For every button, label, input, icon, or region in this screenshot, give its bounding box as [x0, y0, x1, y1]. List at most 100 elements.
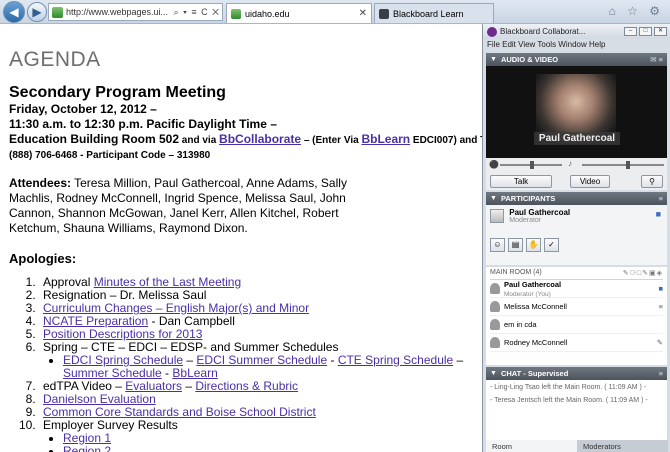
slider-knob[interactable] — [530, 161, 534, 169]
video-button[interactable]: Video — [570, 174, 610, 188]
chat-window[interactable]: - Ling-Ling Tsao left the Main Room. ( 1… — [486, 380, 667, 440]
slider-knob[interactable] — [626, 161, 630, 169]
audio-video-header[interactable]: ▼ AUDIO & VIDEO ✉ ≡ — [486, 53, 667, 66]
positions-link[interactable]: Position Descriptions for 2013 — [43, 327, 202, 341]
participant-row[interactable]: Melissa McConnell ≡ — [490, 298, 663, 316]
list-item: Spring – CTE – EDCI – EDSP- and Summer S… — [39, 341, 482, 380]
tab-favicon-icon — [379, 8, 389, 19]
browser-toolbar-icons[interactable]: ⌂ ☆ ⚙ — [609, 4, 664, 18]
meeting-date: Friday, October 12, 2012 – — [9, 102, 157, 116]
moderator-name: Paul Gathercoal — [509, 208, 571, 217]
participants-header[interactable]: ▼ PARTICIPANTS ≡ — [486, 192, 667, 205]
participant-row[interactable]: em in cda — [490, 316, 663, 334]
poll-check-icon[interactable]: ✓ — [544, 238, 559, 252]
region-2-link[interactable]: Region 2 — [63, 444, 111, 452]
list-item: EDCI Spring Schedule – EDCI Summer Sched… — [63, 354, 482, 380]
main-room-list: MAIN ROOM (4) ✎⚆□✎▣◈ Paul Gathercoal Mode… — [486, 267, 667, 365]
summer-schedule-link[interactable]: Summer Schedule — [63, 366, 162, 380]
ncate-link[interactable]: NCATE Preparation — [43, 314, 148, 328]
collapse-triangle-icon[interactable]: ▼ — [490, 370, 497, 377]
danielson-link[interactable]: Danielson Evaluation — [43, 392, 156, 406]
separator: - — [327, 353, 338, 367]
region-1-link[interactable]: Region 1 — [63, 431, 111, 445]
close-icon[interactable]: ✕ — [654, 27, 667, 36]
zoom-icon[interactable]: ⚲ — [641, 174, 663, 188]
section-menu-icon[interactable]: ≡ — [659, 369, 667, 378]
schedule-sublist: EDCI Spring Schedule – EDCI Summer Sched… — [43, 354, 482, 380]
tab-moderators[interactable]: Moderators — [577, 440, 668, 452]
list-item: Employer Survey Results Region 1 Region … — [39, 419, 482, 452]
site-favicon-icon — [52, 6, 63, 18]
cte-spring-link[interactable]: CTE Spring Schedule — [338, 353, 453, 367]
emoticon-icon[interactable]: ☺ — [490, 238, 505, 252]
curriculum-link[interactable]: Curriculum Changes – English Major(s) an… — [43, 301, 309, 315]
minutes-link[interactable]: Minutes of the Last Meeting — [94, 275, 241, 289]
edci-spring-link[interactable]: EDCI Spring Schedule — [63, 353, 183, 367]
status-icon: ≡ — [658, 302, 663, 311]
tab-uidaho[interactable]: uidaho.edu ✕ — [226, 3, 372, 23]
separator: – — [182, 379, 196, 393]
forward-arrow-icon[interactable]: ▶ — [27, 2, 47, 22]
evaluators-link[interactable]: Evaluators — [125, 379, 182, 393]
separator: – — [183, 353, 197, 367]
step-away-icon[interactable]: ▤ — [508, 238, 523, 252]
list-item: Region 2 — [63, 445, 482, 452]
address-bar[interactable]: http://www.webpages.ui... ⌕ ▾ ≡ C ✕ — [48, 3, 223, 21]
tab-close-icon[interactable]: ✕ — [359, 8, 367, 19]
chat-header[interactable]: ▼ CHAT - Supervised ≡ — [486, 367, 667, 380]
participant-icon — [490, 319, 500, 330]
attendees: Attendees: Teresa Million, Paul Gatherco… — [9, 176, 389, 236]
page-title: AGENDA — [9, 48, 101, 71]
common-core-link[interactable]: Common Core Standards and Boise School D… — [43, 405, 316, 419]
collaborate-panel: Blackboard Collaborat... – □ ✕ File Edit… — [482, 24, 670, 452]
presenter-name: Paul Gathercoal — [534, 132, 620, 145]
bblearn-link[interactable]: BbLearn — [361, 132, 410, 146]
speaker-icon: ♪ — [568, 159, 572, 168]
permission-icons[interactable]: ✎⚆□✎▣◈ — [623, 269, 663, 279]
list-item: Region 1 — [63, 432, 482, 445]
back-arrow-icon[interactable]: ◀ — [3, 1, 25, 23]
tab-blackboard-learn[interactable]: Blackboard Learn — [374, 3, 494, 23]
chat-message: - Teresa Jentsch left the Main Room. ( 1… — [490, 397, 648, 404]
agenda-list: Approval Minutes of the Last Meeting Res… — [9, 276, 482, 452]
section-menu-icon[interactable]: ≡ — [659, 194, 667, 203]
participant-icon — [490, 283, 500, 294]
collaborate-titlebar: Blackboard Collaborat... – □ ✕ — [483, 24, 670, 39]
chat-message: - Ling-Ling Tsao left the Main Room. ( 1… — [490, 384, 647, 391]
edci-summer-link[interactable]: EDCI Summer Schedule — [196, 353, 327, 367]
item-text: Approval — [43, 275, 94, 289]
audio-video-buttons: Talk Video ⚲ — [486, 172, 667, 190]
moderator-role: Moderator — [509, 217, 542, 224]
mic-volume-slider[interactable] — [500, 161, 562, 169]
collaborate-logo-icon — [487, 26, 497, 37]
participant-name: em in cda — [504, 320, 537, 329]
browser-toolbar: ◀ ▶ http://www.webpages.ui... ⌕ ▾ ≡ C ✕ … — [0, 0, 670, 24]
talk-button[interactable]: Talk — [490, 174, 552, 188]
bbcollaborate-link[interactable]: BbCollaborate — [219, 132, 301, 146]
microphone-icon: ⚫ — [489, 160, 499, 169]
item-text: Resignation – Dr. Melissa Saul — [43, 288, 207, 302]
phone-line: (888) 706-6468 - Participant Code – 3139… — [9, 150, 211, 161]
main-room-header: MAIN ROOM (4) ✎⚆□✎▣◈ — [490, 269, 663, 280]
address-controls[interactable]: ⌕ ▾ ≡ C ✕ — [174, 7, 222, 18]
participant-row[interactable]: Rodney McConnell ✎ — [490, 334, 663, 352]
meeting-title: Secondary Program Meeting — [9, 84, 226, 101]
location-via: and via — [179, 135, 220, 146]
raise-hand-icon[interactable]: ✋ — [526, 238, 541, 252]
bblearn-schedule-link[interactable]: BbLearn — [172, 366, 217, 380]
maximize-icon[interactable]: □ — [639, 27, 652, 36]
collaborate-menubar[interactable]: File Edit View Tools Window Help — [483, 39, 670, 51]
moderator-badge-icon: ■ — [658, 284, 663, 293]
meeting-location: Education Building Room 502 and via BbCo… — [9, 132, 482, 148]
directions-rubric-link[interactable]: Directions & Rubric — [195, 379, 298, 393]
participant-row[interactable]: Paul Gathercoal Moderator (You) ■ — [490, 280, 663, 298]
avatar — [490, 209, 504, 223]
speaker-volume-slider[interactable] — [582, 161, 664, 169]
survey-sublist: Region 1 Region 2 — [43, 432, 482, 452]
collapse-triangle-icon[interactable]: ▼ — [490, 56, 497, 63]
minimize-icon[interactable]: – — [624, 27, 637, 36]
collapse-triangle-icon[interactable]: ▼ — [490, 195, 497, 202]
tab-room[interactable]: Room — [486, 440, 577, 452]
section-menu-icon[interactable]: ✉ ≡ — [650, 55, 667, 64]
address-url: http://www.webpages.ui... — [66, 7, 169, 17]
